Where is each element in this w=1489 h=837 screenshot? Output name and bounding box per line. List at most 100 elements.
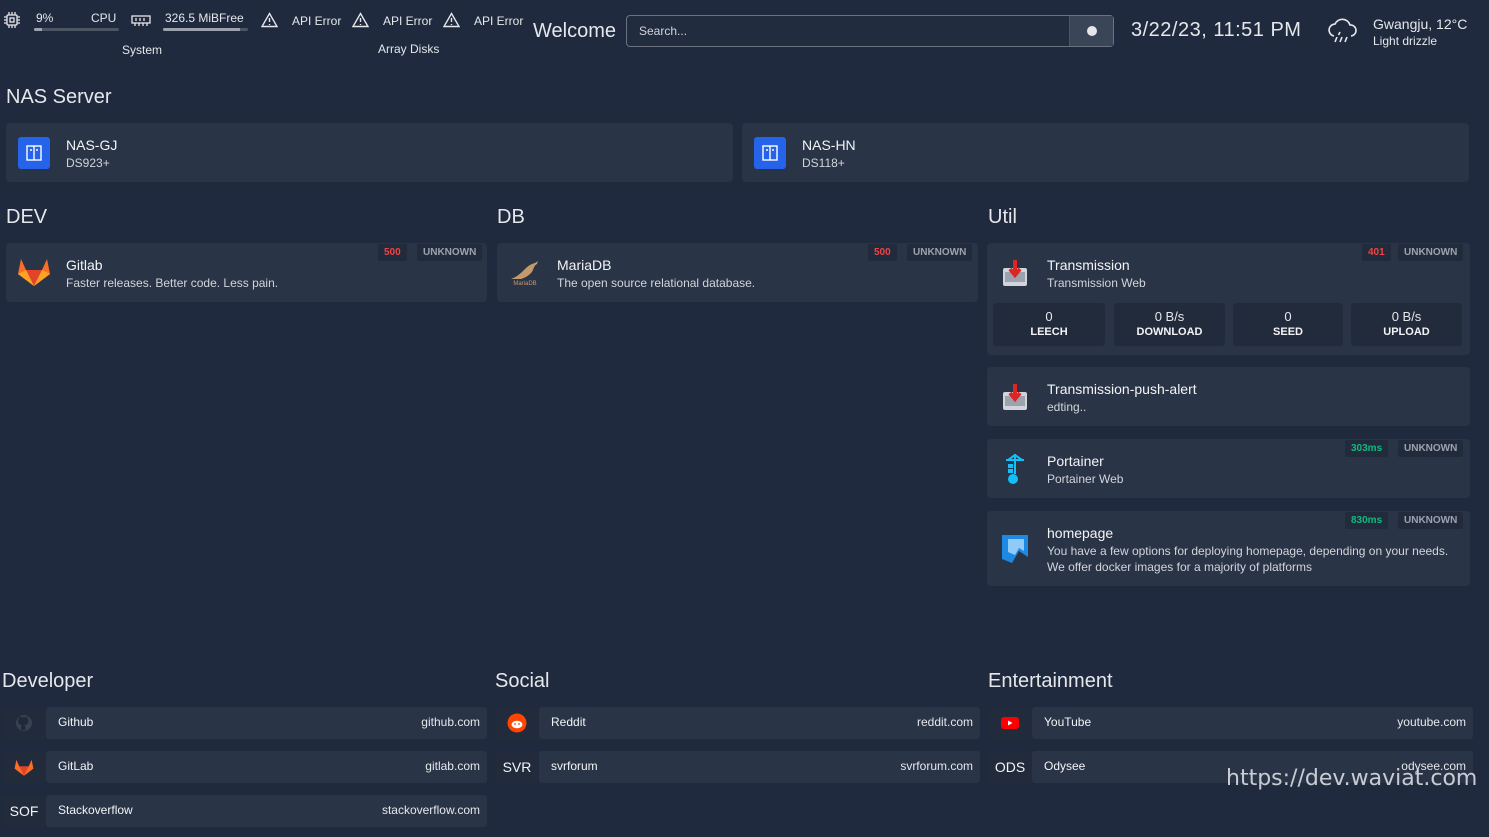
section-title-entertainment: Entertainment: [988, 670, 1113, 692]
bookmark-name: Odysee: [1044, 759, 1086, 773]
bookmark-url: svrforum.com: [900, 759, 973, 773]
bookmark-body: GitLab gitlab.com: [46, 751, 487, 783]
nas-icon: [754, 137, 786, 169]
cpu-percent: 9%: [36, 11, 54, 25]
bookmark-url: gitlab.com: [425, 759, 480, 773]
memory-icon: [131, 13, 151, 27]
bookmark-name: GitLab: [58, 759, 94, 773]
rain-cloud-icon: [1326, 17, 1358, 47]
http-status-badge: 500: [378, 244, 407, 261]
bookmark-name: Stackoverflow: [58, 803, 133, 817]
bookmark-abbr: SOF: [2, 795, 46, 827]
service-card-nas-hn[interactable]: NAS-HN DS118+: [742, 123, 1469, 182]
cpu-label: CPU: [91, 11, 117, 25]
memory-free: 326.5 MiBFree: [165, 11, 244, 25]
stat-label: UPLOAD: [1383, 326, 1430, 338]
service-description: Transmission Web: [1047, 276, 1146, 290]
stat-leech: 0 LEECH: [993, 303, 1105, 346]
header: 9% CPU 326.5 MiBFree System API Error AP…: [0, 0, 1489, 60]
stat-value: 0 B/s: [1391, 309, 1422, 324]
stat-label: LEECH: [1030, 326, 1068, 338]
search-input[interactable]: [627, 16, 1070, 46]
service-name: NAS-GJ: [66, 137, 118, 153]
bookmark-body: Stackoverflow stackoverflow.com: [46, 795, 487, 827]
service-card-transmission-push-alert[interactable]: Transmission-push-alert edting..: [987, 367, 1470, 426]
array-disks-label: Array Disks: [378, 42, 440, 56]
bookmark-stackoverflow[interactable]: SOF Stackoverflow stackoverflow.com: [2, 795, 487, 827]
system-label: System: [122, 43, 163, 57]
reddit-icon: [495, 707, 539, 739]
search-engine-icon: [1086, 26, 1097, 36]
service-description: The open source relational database.: [557, 276, 756, 290]
service-name: homepage: [1047, 525, 1114, 541]
service-description: DS923+: [66, 156, 110, 170]
datetime: 3/22/23, 11:51 PM: [1131, 19, 1302, 41]
bookmark-gitlab[interactable]: GitLab gitlab.com: [2, 751, 487, 783]
bookmark-github[interactable]: Github github.com: [2, 707, 487, 739]
search-box: [626, 15, 1114, 47]
bookmark-youtube[interactable]: YouTube youtube.com: [988, 707, 1473, 739]
service-card-transmission[interactable]: Transmission Transmission Web 401 UNKNOW…: [987, 243, 1470, 355]
warning-icon: [443, 12, 460, 28]
http-status-badge: 401: [1362, 244, 1391, 261]
stat-seed: 0 SEED: [1233, 303, 1343, 346]
container-status-badge: UNKNOWN: [417, 244, 483, 261]
service-name: Gitlab: [66, 257, 103, 273]
api-error-label: API Error: [292, 14, 342, 28]
stat-value: 0: [1045, 309, 1053, 324]
warning-icon: [261, 12, 278, 28]
section-title-nas: NAS Server: [6, 86, 112, 108]
section-title-developer: Developer: [2, 670, 94, 692]
service-card-portainer[interactable]: Portainer Portainer Web 303ms UNKNOWN: [987, 439, 1470, 498]
container-status-badge: UNKNOWN: [1398, 244, 1464, 261]
mariadb-icon: MariaDB: [507, 256, 543, 290]
container-status-badge: UNKNOWN: [1398, 512, 1464, 529]
cpu-usage-bar: [34, 28, 119, 31]
portainer-icon: [999, 451, 1031, 487]
bookmark-svrforum[interactable]: SVR svrforum svrforum.com: [495, 751, 980, 783]
weather-location: Gwangju, 12°C: [1373, 16, 1468, 32]
service-name: Portainer: [1047, 453, 1104, 469]
weather-condition: Light drizzle: [1373, 34, 1438, 48]
service-description: Portainer Web: [1047, 472, 1124, 486]
service-description-line2: We offer docker images for a majority of…: [1047, 560, 1312, 574]
bookmark-name: Reddit: [551, 715, 586, 729]
gitlab-icon: [17, 255, 51, 289]
api-error-label: API Error: [383, 14, 433, 28]
bookmark-body: YouTube youtube.com: [1032, 707, 1473, 739]
search-provider-button[interactable]: [1069, 16, 1113, 46]
stat-value: 0: [1284, 309, 1292, 324]
bookmark-body: svrforum svrforum.com: [539, 751, 980, 783]
bookmark-body: Reddit reddit.com: [539, 707, 980, 739]
service-name: MariaDB: [557, 257, 612, 273]
cpu-chip-icon: [3, 11, 21, 29]
section-title-social: Social: [495, 670, 550, 692]
bookmark-name: svrforum: [551, 759, 598, 773]
stat-value: 0 B/s: [1154, 309, 1185, 324]
mariadb-logo-text: MariaDB: [513, 281, 537, 287]
watermark: https://dev.waviat.com: [1226, 766, 1478, 791]
nas-icon: [18, 137, 50, 169]
transmission-icon: [999, 257, 1031, 289]
bookmark-url: github.com: [421, 715, 480, 729]
container-status-badge: UNKNOWN: [1398, 440, 1464, 457]
service-card-gitlab[interactable]: Gitlab Faster releases. Better code. Les…: [6, 243, 487, 302]
service-card-homepage[interactable]: homepage You have a few options for depl…: [987, 511, 1470, 586]
bookmark-reddit[interactable]: Reddit reddit.com: [495, 707, 980, 739]
service-card-nas-gj[interactable]: NAS-GJ DS923+: [6, 123, 733, 182]
container-status-badge: UNKNOWN: [907, 244, 973, 261]
cpu-usage-fill: [34, 28, 42, 31]
service-card-mariadb[interactable]: MariaDB MariaDB The open source relation…: [497, 243, 978, 302]
latency-badge: 303ms: [1345, 440, 1389, 457]
memory-usage-fill: [163, 28, 240, 31]
bookmark-url: stackoverflow.com: [381, 803, 480, 817]
homepage-icon: [999, 530, 1031, 566]
http-status-badge: 500: [868, 244, 897, 261]
memory-usage-bar: [163, 28, 248, 31]
stat-label: DOWNLOAD: [1136, 326, 1203, 338]
bookmark-url: youtube.com: [1397, 715, 1466, 729]
api-error-label: API Error: [474, 14, 524, 28]
greeting: Welcome: [533, 20, 616, 42]
bookmark-abbr: ODS: [988, 751, 1032, 783]
section-title-util: Util: [988, 206, 1017, 228]
